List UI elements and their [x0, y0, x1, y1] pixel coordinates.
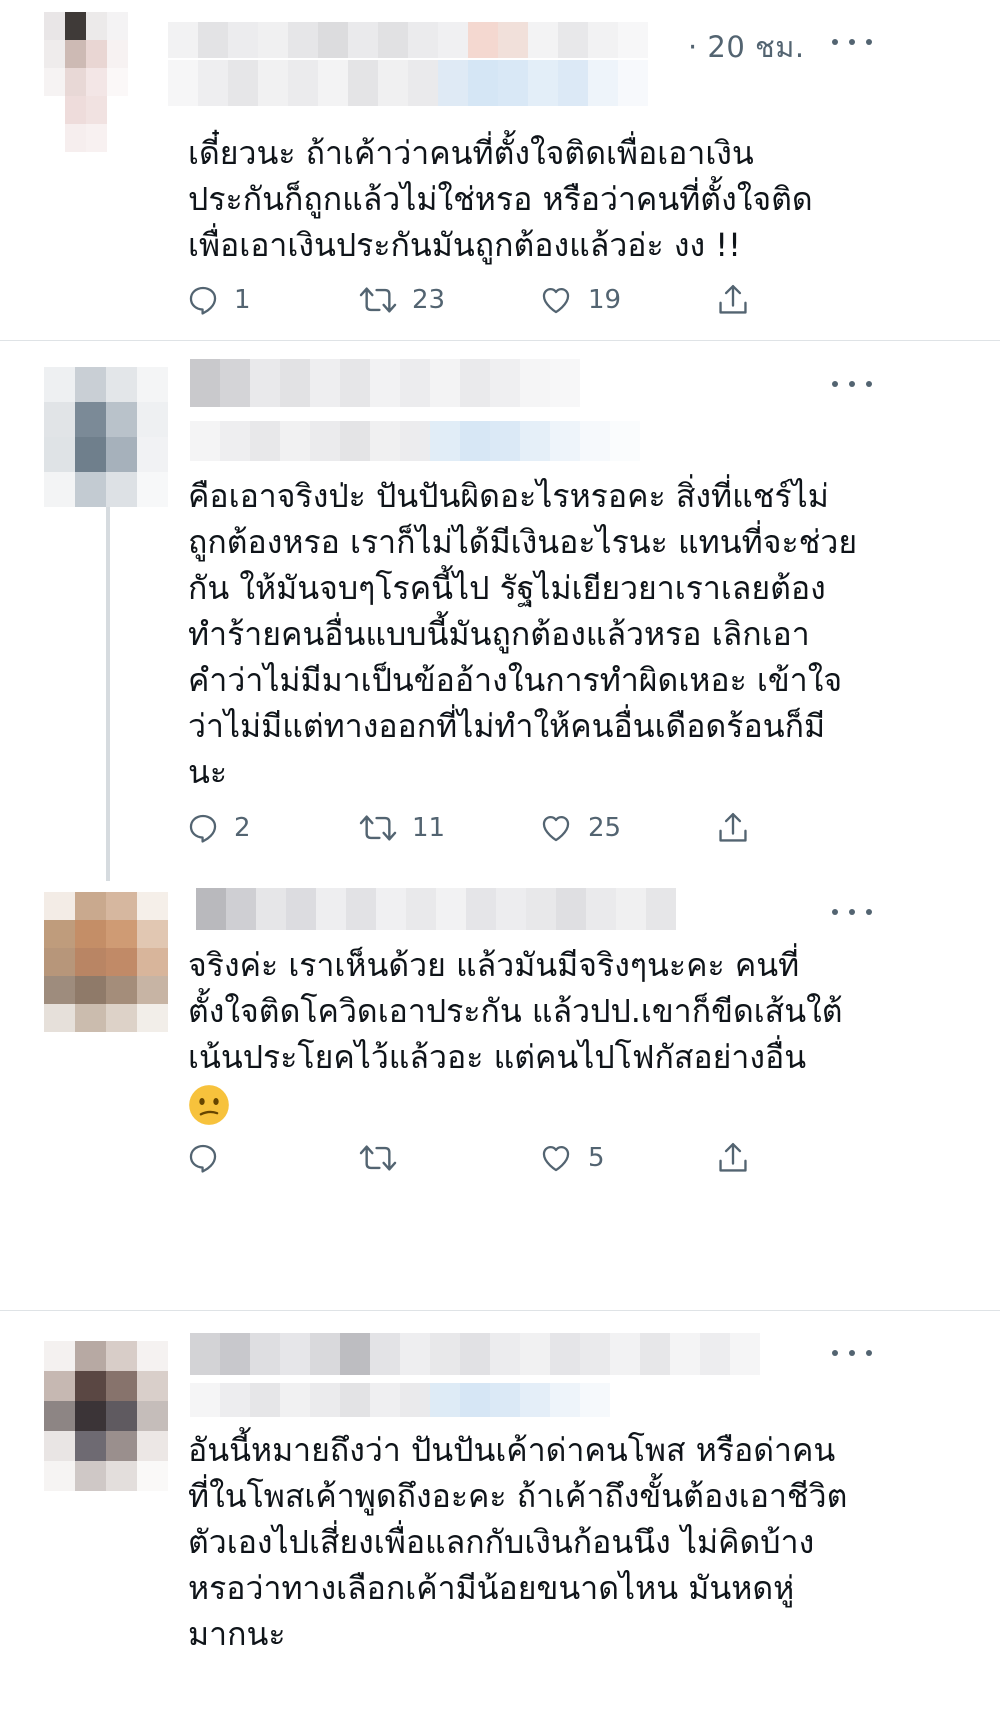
timestamp[interactable]: · 20 ชม. — [688, 24, 805, 70]
share-button[interactable] — [716, 280, 750, 320]
display-name-blurred[interactable] — [168, 22, 648, 58]
retweet-icon — [359, 287, 397, 313]
retweet-icon — [359, 815, 397, 841]
text-line: หรอว่าทางเลือกเค้ามีน้อยขนาดไหน มันหดหู่ — [188, 1569, 795, 1607]
like-count: 19 — [588, 285, 622, 315]
retweet-icon — [359, 1145, 397, 1171]
emoji-line — [188, 1080, 842, 1132]
display-name-blurred[interactable] — [190, 1333, 760, 1375]
text-line: ตัวเองไปเสี่ยงเพื่อแลกกับเงินก้อนนึง ไม่… — [188, 1523, 815, 1561]
avatar-blurred[interactable] — [44, 1341, 168, 1491]
text-line: นะ — [188, 753, 228, 791]
text-line: ประกันก็ถูกแล้วไม่ใช่หรอ หรือว่าคนที่ตั้… — [188, 180, 813, 218]
tweet-2[interactable]: คือเอาจริงป่ะ ปันปันผิดอะไรหรอคะ สิ่งที่… — [0, 341, 1000, 881]
like-icon — [542, 815, 570, 842]
confused-face-emoji-icon — [189, 1085, 229, 1125]
text-line: อันนี้หมายถึงว่า ปันปันเค้าด่าคนโพส หรือ… — [188, 1431, 836, 1469]
tweet-4[interactable]: อันนี้หมายถึงว่า ปันปันเค้าด่าคนโพส หรือ… — [0, 1311, 1000, 1722]
more-options-icon[interactable] — [832, 36, 872, 48]
handle-blurred[interactable] — [190, 1383, 610, 1417]
avatar-blurred[interactable] — [44, 12, 128, 152]
share-icon — [719, 812, 747, 842]
action-bar: 1 23 19 — [0, 280, 1000, 320]
share-icon — [719, 284, 747, 314]
text-line: ตั้งใจติดโควิดเอาประกัน แล้วปป.เขาก็ขีดเ… — [188, 992, 843, 1030]
retweet-button[interactable] — [358, 1138, 398, 1178]
text-line: ที่ในโพสเค้าพูดถึงอะคะ ถ้าเค้าถึงขั้นต้อ… — [188, 1477, 848, 1515]
text-line: จริงค่ะ เราเห็นด้วย แล้วมันมีจริงๆนะคะ ค… — [188, 946, 800, 984]
more-options-icon[interactable] — [832, 1347, 872, 1359]
like-count: 25 — [588, 813, 622, 843]
avatar-blurred[interactable] — [44, 892, 168, 1032]
text-line: กัน ให้มันจบๆโรคนี้ไป รัฐไม่เยียวยาเราเล… — [188, 569, 826, 607]
text-line: คือเอาจริงป่ะ ปันปันผิดอะไรหรอคะ สิ่งที่… — [188, 477, 829, 515]
display-name-blurred[interactable] — [190, 359, 580, 407]
handle-blurred[interactable] — [190, 421, 670, 461]
text-line: เดี๋ยวนะ ถ้าเค้าว่าคนที่ตั้งใจติดเพื่อเอ… — [188, 134, 754, 172]
handle-blurred[interactable] — [168, 60, 648, 106]
retweet-count: 23 — [412, 285, 446, 315]
reply-button[interactable] — [186, 1138, 220, 1178]
like-count: 5 — [588, 1143, 605, 1173]
tweet-text: อันนี้หมายถึงว่า ปันปันเค้าด่าคนโพส หรือ… — [188, 1427, 847, 1657]
reply-button[interactable]: 1 — [186, 280, 251, 320]
reply-icon — [189, 286, 217, 315]
retweet-button[interactable]: 23 — [358, 280, 445, 320]
reply-button[interactable]: 2 — [186, 808, 251, 848]
reply-count: 1 — [234, 285, 251, 315]
like-button[interactable]: 19 — [538, 280, 621, 320]
reply-icon — [189, 814, 217, 843]
tweet-text: จริงค่ะ เราเห็นด้วย แล้วมันมีจริงๆนะคะ ค… — [188, 942, 842, 1132]
like-button[interactable]: 25 — [538, 808, 621, 848]
like-icon — [542, 1145, 570, 1172]
reply-icon — [189, 1144, 217, 1173]
reply-count: 2 — [234, 813, 251, 843]
text-line: คำว่าไม่มีมาเป็นข้ออ้างในการทำผิดเหอะ เข… — [188, 661, 843, 699]
tweet-text: คือเอาจริงป่ะ ปันปันผิดอะไรหรอคะ สิ่งที่… — [188, 473, 857, 795]
retweet-count: 11 — [412, 813, 446, 843]
like-icon — [542, 287, 570, 314]
like-button[interactable]: 5 — [538, 1138, 605, 1178]
text-line: เน้นประโยคไว้แล้วอะ แต่คนไปโฟกัสอย่างอื่… — [188, 1038, 807, 1076]
share-button[interactable] — [716, 808, 750, 848]
action-bar: 2 11 25 — [0, 808, 1000, 848]
text-line: ว่าไม่มีแต่ทางออกที่ไม่ทำให้คนอื่นเดือดร… — [188, 707, 826, 745]
share-button[interactable] — [716, 1138, 750, 1178]
more-options-icon[interactable] — [832, 906, 872, 918]
text-line: เพื่อเอาเงินประกันมันถูกต้องแล้วอ่ะ งง !… — [188, 226, 741, 264]
retweet-button[interactable]: 11 — [358, 808, 445, 848]
more-options-icon[interactable] — [832, 378, 872, 390]
text-line: ถูกต้องหรอ เราก็ไม่ได้มีเงินอะไรนะ แทนที… — [188, 523, 858, 561]
avatar-blurred[interactable] — [44, 367, 168, 507]
tweet-3[interactable]: จริงค่ะ เราเห็นด้วย แล้วมันมีจริงๆนะคะ ค… — [0, 872, 1000, 1310]
text-line: มากนะ — [188, 1615, 286, 1653]
tweet-text: เดี๋ยวนะ ถ้าเค้าว่าคนที่ตั้งใจติดเพื่อเอ… — [188, 130, 813, 268]
display-name-blurred[interactable] — [196, 888, 676, 930]
action-bar: 5 — [0, 1138, 1000, 1178]
text-line: ทำร้ายคนอื่นแบบนี้มันถูกต้องแล้วหรอ เลิก… — [188, 615, 810, 653]
share-icon — [719, 1142, 747, 1172]
tweet-1[interactable]: · 20 ชม. เดี๋ยวนะ ถ้าเค้าว่าคนที่ตั้งใจต… — [0, 0, 1000, 340]
